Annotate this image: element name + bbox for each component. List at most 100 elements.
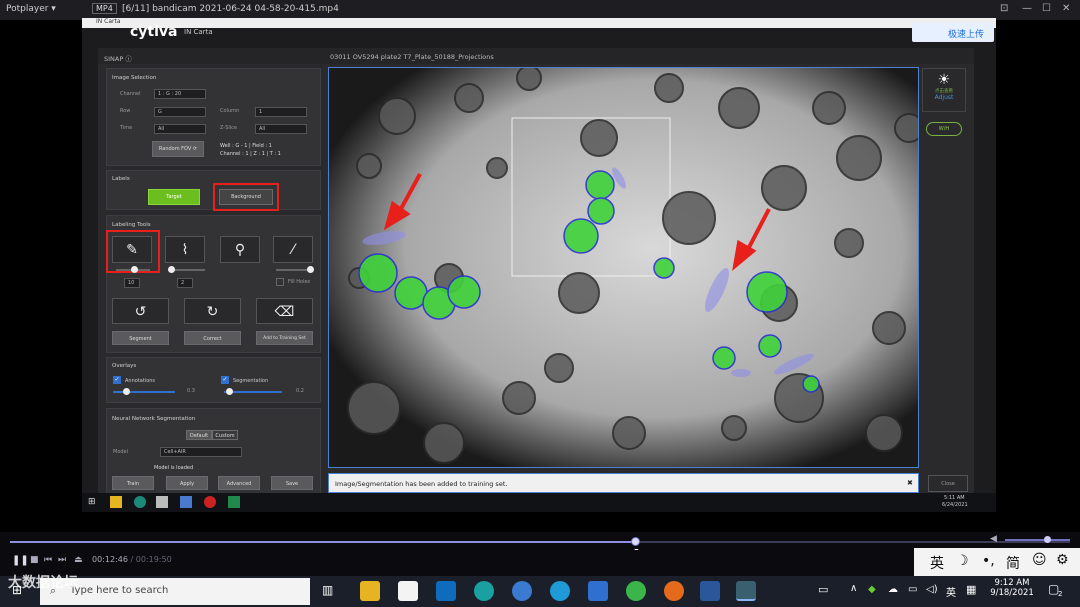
zslice-select[interactable]: All	[255, 124, 307, 134]
segmentation-knob[interactable]	[226, 388, 233, 395]
image-selection-panel	[106, 68, 321, 166]
next-icon[interactable]: ⏭	[58, 555, 66, 565]
volume-tray-icon[interactable]: ◁)	[926, 584, 938, 595]
potplayer-taskbar-icon[interactable]	[736, 581, 756, 601]
row-select[interactable]: G	[154, 107, 206, 117]
app-icon[interactable]	[474, 581, 494, 601]
browser-icon[interactable]	[512, 581, 532, 601]
file-explorer-icon[interactable]	[360, 581, 380, 601]
punctuation-icon[interactable]: •,	[982, 553, 995, 569]
app-icon[interactable]	[180, 496, 192, 508]
apply-button[interactable]: Apply	[166, 476, 208, 490]
brush-size-knob[interactable]	[131, 266, 138, 273]
taskbar-search[interactable]: Type here to search	[40, 578, 310, 605]
emoji-icon[interactable]: ☺	[1032, 552, 1047, 568]
close-button[interactable]: Close	[928, 475, 968, 492]
windows-icon[interactable]: ⊞	[88, 497, 96, 507]
row-label: Row	[120, 108, 131, 114]
train-button[interactable]: Train	[112, 476, 154, 490]
app-icon[interactable]	[156, 496, 168, 508]
pin-icon[interactable]: ⊡	[1000, 3, 1008, 14]
previous-icon[interactable]: ⏮	[44, 555, 52, 565]
annotations-knob[interactable]	[123, 388, 130, 395]
speaker-icon[interactable]: ◀	[990, 534, 997, 544]
smooth-value[interactable]: 2	[177, 278, 193, 288]
segmentation-checkbox[interactable]: ✓	[221, 376, 229, 384]
magic-wand-icon[interactable]: ⁄	[273, 236, 313, 263]
app-icon[interactable]	[626, 581, 646, 601]
player-file-title: [6/11] bandicam 2021-06-24 04-58-20-415.…	[122, 4, 339, 14]
cytiva-logo: cytiva	[130, 24, 178, 40]
volume-knob[interactable]	[1044, 536, 1051, 543]
player-menu-button[interactable]: Potplayer ▾	[6, 4, 56, 14]
wand-knob[interactable]	[307, 266, 314, 273]
player-title-bar: Potplayer ▾ MP4 [6/11] bandicam 2021-06-…	[0, 0, 1080, 20]
app-icon[interactable]	[134, 496, 146, 508]
correct-button[interactable]: Correct	[184, 331, 241, 345]
excel-icon[interactable]	[228, 496, 240, 508]
random-fov-button[interactable]: Random FOV ⟳	[152, 141, 204, 157]
segmentation-label: Segmentation	[233, 378, 269, 384]
undo-icon[interactable]: ↺	[112, 298, 169, 324]
model-select[interactable]: Cell+AIR	[160, 447, 242, 457]
simplified-toggle[interactable]: 简	[1006, 553, 1020, 573]
task-view-icon[interactable]: ▥	[322, 583, 333, 597]
save-button[interactable]: Save	[271, 476, 313, 490]
baidu-upload-button[interactable]: 极速上传	[912, 23, 994, 42]
chevron-up-icon[interactable]: ∧	[850, 583, 857, 594]
wh-toggle[interactable]: W/H	[926, 122, 962, 136]
dismiss-icon[interactable]: ✖	[907, 479, 913, 487]
annotations-checkbox[interactable]: ✓	[113, 376, 121, 384]
ime-toolbar: 英 ☽ •, 简 ☺ ⚙	[914, 548, 1080, 576]
smooth-tool-icon[interactable]: ⌇	[165, 236, 205, 263]
format-badge: MP4	[92, 3, 117, 14]
ime-grid-icon[interactable]: ▦	[966, 583, 976, 596]
folder-icon[interactable]	[110, 496, 122, 508]
nn-title: Neural Network Segmentation	[112, 416, 196, 422]
tab-custom[interactable]: Custom	[212, 430, 238, 440]
record-icon[interactable]	[204, 496, 216, 508]
inner-taskbar: ⊞ 5:11 AM 6/24/2021	[82, 493, 996, 512]
segment-button[interactable]: Segment	[112, 331, 169, 345]
pen-tool-icon[interactable]: ⚲	[220, 236, 260, 263]
store-icon[interactable]	[398, 581, 418, 601]
adjust-button[interactable]: ☀ 点击查看 Adjust	[922, 68, 966, 112]
redo-icon[interactable]: ↻	[184, 298, 241, 324]
time-select[interactable]: All	[154, 124, 206, 134]
smooth-knob[interactable]	[168, 266, 175, 273]
cloud-tray-icon[interactable]: ☁	[888, 584, 898, 595]
system-clock[interactable]: 9:12 AM 9/18/2021	[990, 578, 1034, 598]
column-label: Column	[220, 108, 240, 114]
settings-icon[interactable]: ⚙	[1056, 552, 1069, 568]
eject-icon[interactable]: ⏏	[74, 555, 83, 565]
total-time: 00:19:50	[135, 555, 172, 564]
add-training-set-button[interactable]: Add to Training Set	[256, 331, 313, 345]
moon-icon[interactable]: ☽	[956, 553, 969, 569]
column-select[interactable]: 1	[255, 107, 307, 117]
brush-size-value[interactable]: 10	[124, 278, 140, 288]
outlook-icon[interactable]	[436, 581, 456, 601]
ime-lang[interactable]: 英	[930, 553, 944, 573]
maximize-icon[interactable]: ☐	[1042, 3, 1051, 14]
minimize-icon[interactable]: —	[1022, 3, 1032, 14]
advanced-button[interactable]: Advanced	[218, 476, 260, 490]
channel-select[interactable]: 1 : G : 20	[154, 89, 206, 99]
organoid-image	[329, 68, 918, 467]
keyboard-icon[interactable]: ▭	[818, 583, 828, 596]
close-icon[interactable]: ✕	[1062, 3, 1070, 14]
calculator-icon[interactable]	[588, 581, 608, 601]
network-icon[interactable]: ▭	[908, 584, 917, 595]
edge-icon[interactable]	[550, 581, 570, 601]
firefox-icon[interactable]	[664, 581, 684, 601]
stop-icon[interactable]: ■	[30, 555, 39, 565]
fill-holes-checkbox[interactable]	[276, 278, 284, 286]
word-icon[interactable]	[700, 581, 720, 601]
pause-icon[interactable]: ❚❚	[12, 555, 29, 566]
tray-app-icon[interactable]: ◆	[868, 584, 876, 595]
eraser-icon[interactable]: ⌫	[256, 298, 313, 324]
target-label-button[interactable]: Target	[148, 189, 200, 205]
tab-default[interactable]: Default	[186, 430, 212, 440]
volume-slider[interactable]	[1005, 539, 1070, 541]
taskbar-lang[interactable]: 英	[946, 584, 956, 599]
microscopy-image[interactable]	[328, 67, 919, 468]
